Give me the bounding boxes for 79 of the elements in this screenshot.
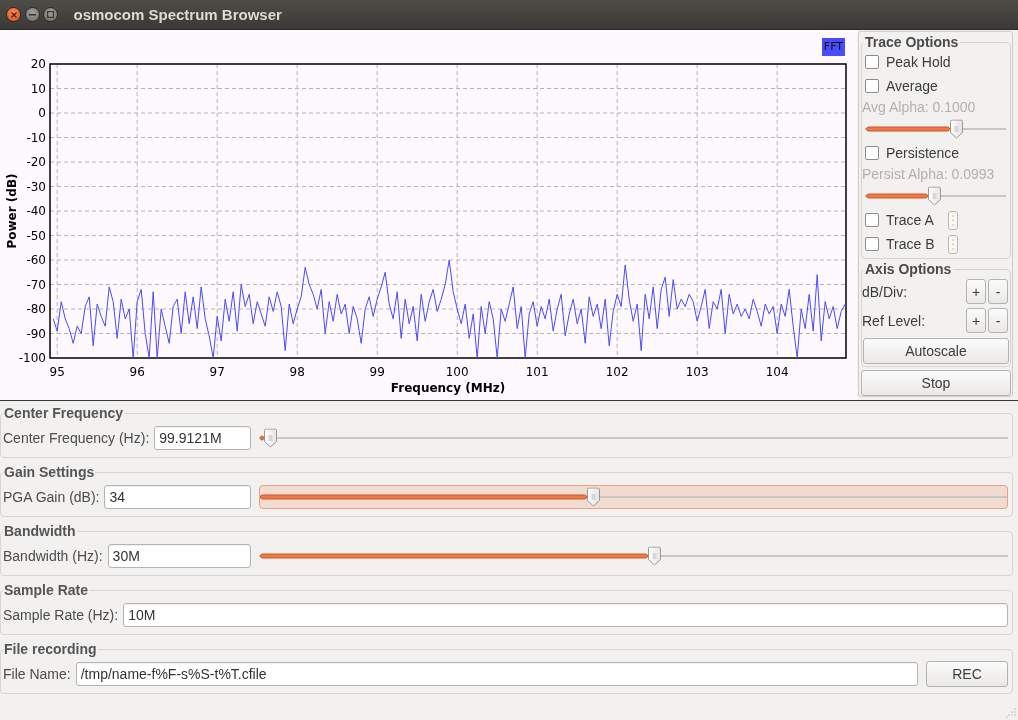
maximize-icon <box>47 11 54 18</box>
alpha-label: Persist Alpha: 0.0993 <box>862 165 996 183</box>
tick-label: 0 <box>38 106 46 120</box>
field-label: PGA Gain (dB): <box>3 489 100 505</box>
text-field[interactable]: 34 <box>104 485 251 509</box>
checkbox[interactable] <box>865 79 879 93</box>
tick-label: -40 <box>26 204 46 218</box>
slider-thumb[interactable] <box>949 119 963 138</box>
maximize-button[interactable] <box>43 7 58 22</box>
record-button[interactable]: REC <box>926 661 1008 687</box>
tick-label: 103 <box>685 365 709 379</box>
tick-label: 95 <box>49 365 65 379</box>
axis-title: Frequency (MHz) <box>390 381 506 395</box>
alpha-label: Avg Alpha: 0.1000 <box>862 98 977 116</box>
slider-thumb[interactable] <box>927 186 941 205</box>
tick-label: 10 <box>30 81 46 96</box>
axis-option-label: Ref Level: <box>862 312 927 329</box>
section-title: File recording <box>3 641 98 658</box>
section-title: Center Frequency <box>3 405 125 422</box>
section-title: Sample Rate <box>3 582 90 599</box>
legend-label: FFT <box>821 38 845 56</box>
axis-option-label: dB/Div: <box>862 283 909 300</box>
checkbox[interactable] <box>865 55 879 69</box>
text-field[interactable]: 10M <box>123 603 1008 627</box>
tick-label: -70 <box>26 277 46 292</box>
checkbox[interactable] <box>865 213 879 227</box>
section-title: Gain Settings <box>3 464 96 481</box>
tick-label: -100 <box>18 351 46 365</box>
text-field[interactable]: /tmp/name-f%F-s%S-t%T.cfile <box>75 662 918 686</box>
tick-label: 98 <box>289 365 305 379</box>
minimize-icon <box>28 13 36 16</box>
tick-label: -30 <box>26 179 46 194</box>
checkbox[interactable] <box>865 146 879 160</box>
text-field[interactable]: 30M <box>107 544 251 568</box>
tick-label: 102 <box>605 365 629 379</box>
field-label: Sample Rate (Hz): <box>3 607 119 623</box>
slider-thumb[interactable] <box>586 487 600 507</box>
tick-label: -50 <box>26 228 46 243</box>
text-field[interactable]: 99.9121M <box>154 426 251 450</box>
close-button[interactable] <box>6 7 21 22</box>
field-label: File Name: <box>3 666 71 682</box>
field-label: Center Frequency (Hz): <box>3 430 150 446</box>
axis-title: Power (dB) <box>5 173 19 249</box>
tick-label: 20 <box>30 57 46 71</box>
slider-thumb[interactable] <box>647 546 661 566</box>
field-label: Bandwidth (Hz): <box>3 548 103 564</box>
slider-thumb[interactable] <box>263 428 277 448</box>
tick-label: -60 <box>26 253 46 267</box>
checkbox-label: Persistence <box>886 145 960 161</box>
tick-label: 99 <box>369 365 385 379</box>
tick-label: 104 <box>765 365 789 379</box>
tick-label: -90 <box>26 326 46 341</box>
trace-color-button[interactable] <box>948 234 958 254</box>
checkbox-label: Trace A <box>886 212 935 228</box>
close-icon <box>10 11 17 18</box>
tick-label: 96 <box>129 365 145 379</box>
step-button[interactable]: - <box>988 279 1008 304</box>
checkbox-label: Peak Hold <box>886 54 951 70</box>
checkbox-label: Average <box>886 78 938 94</box>
autoscale-button[interactable]: Autoscale <box>863 338 1009 364</box>
section-title: Bandwidth <box>3 523 77 540</box>
checkbox-label: Trace B <box>886 236 936 252</box>
group-title: Trace Options <box>864 34 960 50</box>
tick-label: -20 <box>26 155 46 169</box>
stop-button[interactable]: Stop <box>861 370 1011 396</box>
step-button[interactable]: + <box>966 279 986 304</box>
checkbox[interactable] <box>865 237 879 251</box>
tick-label: 101 <box>525 365 549 379</box>
step-button[interactable]: - <box>988 308 1008 333</box>
group-title: Axis Options <box>864 261 953 277</box>
slider-track[interactable] <box>259 485 1008 509</box>
tick-label: -80 <box>26 302 46 316</box>
trace-color-button[interactable] <box>948 210 958 230</box>
tick-label: 97 <box>209 365 225 379</box>
minimize-button[interactable] <box>24 7 40 22</box>
window-title: osmocom Spectrum Browser <box>73 6 282 23</box>
tick-label: -10 <box>26 130 46 145</box>
tick-label: 100 <box>445 365 469 379</box>
step-button[interactable]: + <box>966 308 986 333</box>
